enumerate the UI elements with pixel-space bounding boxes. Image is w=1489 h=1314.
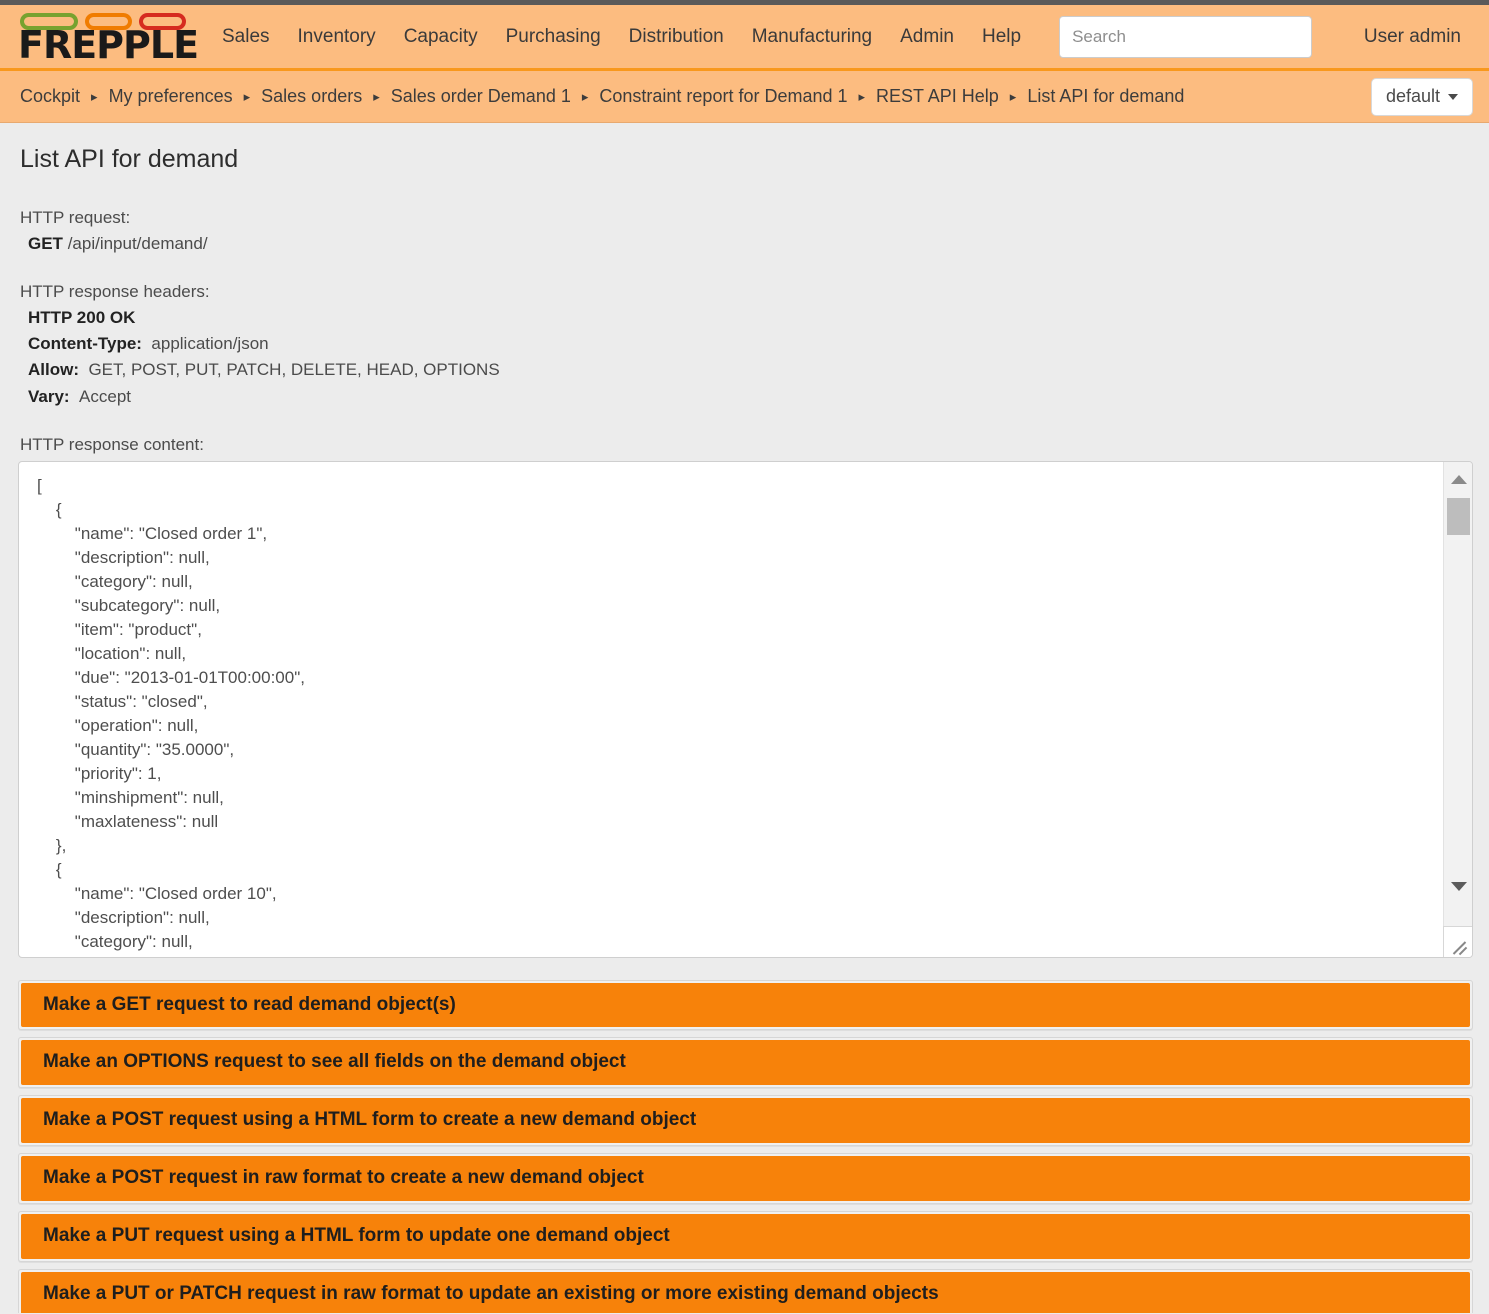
breadcrumb-separator-icon: ▸ [243,89,251,104]
textarea-scrollbar[interactable] [1443,461,1472,957]
scroll-down-arrow-icon[interactable] [1444,875,1472,899]
nav-item-sales[interactable]: Sales [222,26,270,48]
nav-item-admin[interactable]: Admin [900,26,954,48]
http-request-label: HTTP request: [20,208,131,227]
api-actions-list: Make a GET request to read demand object… [18,979,1473,1313]
page-title: List API for demand [20,145,239,173]
search-container [1059,15,1313,58]
breadcrumb-separator-icon: ▸ [373,89,380,104]
response-content-text[interactable]: [ { "name": "Closed order 1", "descripti… [19,462,1443,957]
triangle-up-glyph [1450,475,1467,485]
action-options-button[interactable]: Make an OPTIONS request to see all field… [21,1040,1470,1086]
triangle-down-glyph [1450,882,1467,892]
breadcrumb-item-rest-api-help[interactable]: REST API Help [876,86,999,107]
frepple-logo[interactable]: FREPPLE [18,11,199,68]
scenario-dropdown-button[interactable]: default [1370,77,1473,116]
accordion-item-options: Make an OPTIONS request to see all field… [18,1037,1473,1089]
user-menu[interactable]: User admin [1364,26,1471,48]
action-put-form-button[interactable]: Make a PUT request using a HTML form to … [21,1213,1470,1259]
header-row-allow: Allow: GET, POST, PUT, PATCH, DELETE, HE… [28,358,1473,382]
header-value-vary: Accept [79,386,132,406]
breadcrumb-separator-icon: ▸ [1009,89,1017,104]
action-put-patch-raw-button[interactable]: Make a PUT or PATCH request in raw forma… [21,1271,1470,1313]
breadcrumb-bar: Cockpit ▸ My preferences ▸ Sales orders … [0,71,1489,123]
http-request-line: GET /api/input/demand/ [28,232,1473,256]
breadcrumb-separator-icon: ▸ [858,89,866,104]
accordion-item-post-raw: Make a POST request in raw format to cre… [18,1153,1473,1204]
main-content: List API for demand HTTP request: GET /a… [0,123,1489,1313]
header-row-vary: Vary: Accept [28,385,1473,409]
breadcrumb: Cockpit ▸ My preferences ▸ Sales orders … [20,86,1184,107]
nav-item-inventory[interactable]: Inventory [298,26,376,48]
breadcrumb-item-sales-order-demand-1[interactable]: Sales order Demand 1 [391,86,571,107]
header-key-vary: Vary: [28,386,70,406]
response-content-textarea[interactable]: [ { "name": "Closed order 1", "descripti… [18,460,1473,958]
accordion-item-get: Make a GET request to read demand object… [18,979,1473,1031]
search-input[interactable] [1059,15,1313,58]
breadcrumb-separator-icon: ▸ [91,89,98,104]
breadcrumb-item-cockpit[interactable]: Cockpit [20,86,80,107]
nav-item-capacity[interactable]: Capacity [404,26,478,48]
header-key-allow: Allow: [28,360,79,380]
http-status-line: HTTP 200 OK [28,306,1473,330]
http-response-headers-label: HTTP response headers: [20,282,210,302]
accordion-item-put-patch-raw: Make a PUT or PATCH request in raw forma… [18,1268,1473,1313]
header-value-allow: GET, POST, PUT, PATCH, DELETE, HEAD, OPT… [88,360,500,380]
textarea-resize-corner[interactable] [1443,925,1472,957]
header-key-content-type: Content-Type: [28,334,142,354]
breadcrumb-item-sales-orders[interactable]: Sales orders [261,86,362,107]
action-post-form-button[interactable]: Make a POST request using a HTML form to… [21,1098,1470,1144]
nav-item-distribution[interactable]: Distribution [629,26,724,48]
main-navbar: FREPPLE Sales Inventory Capacity Purchas… [0,5,1489,71]
nav-menu: Sales Inventory Capacity Purchasing Dist… [222,26,1021,48]
scenario-dropdown-label: default [1385,86,1440,106]
http-request-method: GET [28,234,63,253]
breadcrumb-item-constraint-report[interactable]: Constraint report for Demand 1 [599,86,847,107]
chevron-down-icon [1448,93,1458,100]
breadcrumb-separator-icon: ▸ [581,89,589,104]
nav-item-help[interactable]: Help [982,26,1021,48]
accordion-item-post-form: Make a POST request using a HTML form to… [18,1095,1473,1147]
scrollbar-thumb[interactable] [1447,497,1470,535]
action-post-raw-button[interactable]: Make a POST request in raw format to cre… [21,1156,1470,1201]
nav-item-manufacturing[interactable]: Manufacturing [752,26,872,48]
nav-item-purchasing[interactable]: Purchasing [506,26,601,48]
header-value-content-type: application/json [151,334,269,354]
http-request-url: /api/input/demand/ [67,234,208,253]
http-status-text: HTTP 200 OK [28,308,136,328]
accordion-item-put-form: Make a PUT request using a HTML form to … [18,1210,1473,1262]
http-response-content-label: HTTP response content: [20,434,204,454]
action-get-button[interactable]: Make a GET request to read demand object… [21,982,1470,1028]
breadcrumb-item-list-api-for-demand[interactable]: List API for demand [1027,86,1184,107]
logo-wordmark: FREPPLE [18,23,199,68]
resize-grip-icon[interactable] [1447,932,1469,955]
breadcrumb-item-my-preferences[interactable]: My preferences [109,86,233,107]
scroll-up-arrow-icon[interactable] [1444,468,1472,492]
header-row-content-type: Content-Type: application/json [28,332,1473,356]
